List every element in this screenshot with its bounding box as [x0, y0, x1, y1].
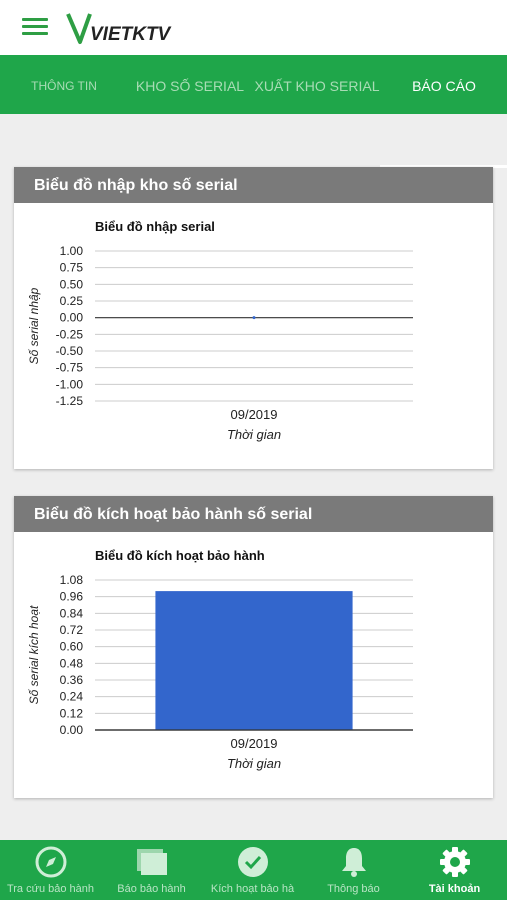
tab-xuat-kho-serial[interactable]: XUẤT KHO SERIAL	[252, 55, 382, 114]
chart-title: Biểu đồ nhập serial	[95, 219, 215, 234]
compass-icon	[35, 846, 67, 878]
y-tick-label: 1.08	[60, 573, 84, 587]
y-tick-label: 0.25	[60, 294, 84, 308]
nav-bao-bao-hanh[interactable]: Báo bảo hành	[101, 840, 202, 900]
card-import-chart: Biểu đồ nhập kho số serial Biểu đồ nhập …	[14, 167, 493, 469]
tab-thong-tin[interactable]: THÔNG TIN	[20, 55, 108, 114]
y-tick-label: 0.12	[60, 706, 84, 720]
nav-label: Kích hoạt bảo hà	[210, 883, 295, 895]
y-axis-label: Số serial kích hoạt	[27, 605, 41, 704]
brand-logo: VIETKTV	[66, 13, 172, 45]
nav-tai-khoan[interactable]: Tài khoản	[404, 840, 505, 900]
y-tick-label: 0.60	[60, 640, 84, 654]
y-tick-label: -0.25	[56, 327, 84, 341]
card-title: Biểu đồ nhập kho số serial	[14, 167, 493, 203]
y-axis-label: Số serial nhập	[27, 287, 41, 364]
x-axis-label: Thời gian	[227, 756, 281, 771]
y-tick-label: 0.72	[60, 623, 84, 637]
nav-label: Tài khoản	[428, 883, 481, 895]
y-tick-label: -0.50	[56, 344, 84, 358]
gear-icon	[440, 847, 470, 877]
y-tick-label: -1.25	[56, 394, 84, 408]
y-tick-label: 1.00	[60, 244, 84, 258]
tab-bar: THÔNG TIN KHO SỐ SERIAL XUẤT KHO SERIAL …	[0, 55, 507, 168]
bar	[155, 591, 353, 730]
cards-icon	[137, 849, 167, 875]
nav-label: Tra cứu bảo hành	[6, 883, 95, 895]
x-tick-label: 09/2019	[231, 736, 278, 751]
menu-icon[interactable]	[22, 16, 48, 38]
nav-label: Thông báo	[327, 883, 380, 895]
nav-kich-hoat-bao-hanh[interactable]: Kích hoạt bảo hà	[202, 840, 303, 900]
y-tick-label: 0.84	[60, 606, 84, 620]
y-tick-label: 0.48	[60, 656, 84, 670]
x-tick-label: 09/2019	[231, 407, 278, 422]
y-tick-label: -1.00	[56, 377, 84, 391]
check-circle-icon	[238, 847, 268, 877]
y-tick-label: 0.36	[60, 673, 84, 687]
y-tick-label: 0.00	[60, 311, 84, 325]
y-tick-label: 0.75	[60, 261, 84, 275]
y-tick-label: 0.96	[60, 590, 84, 604]
chart-activation-warranty: Biểu đồ kích hoạt bảo hành 1.08 0.96 0.84 0.…	[27, 548, 413, 771]
y-tick-label: 0.50	[60, 277, 84, 291]
data-point	[252, 316, 256, 320]
nav-tra-cuu-bao-hanh[interactable]: Tra cứu bảo hành	[0, 840, 101, 900]
tab-kho-so-serial[interactable]: KHO SỐ SERIAL	[132, 55, 248, 114]
y-tick-label: 0.00	[60, 723, 84, 737]
chart-import-serial: Biểu đồ nhập serial 1.00 0.75 0.50 0.25 0.00 -…	[27, 219, 413, 442]
x-axis-label: Thời gian	[227, 427, 281, 442]
tab-bao-cao[interactable]: BÁO CÁO	[392, 55, 496, 114]
nav-label: Báo bảo hành	[117, 883, 186, 895]
y-tick-label: 0.24	[60, 690, 84, 704]
app-header: VIETKTV	[0, 0, 507, 55]
nav-thong-bao[interactable]: Thông báo	[303, 840, 404, 900]
card-title: Biểu đồ kích hoạt bảo hành số serial	[14, 496, 493, 532]
bell-icon	[342, 848, 366, 877]
chart-title: Biểu đồ kích hoạt bảo hành	[95, 548, 265, 563]
logo-text: VIETKTV	[90, 24, 172, 45]
card-activation-chart: Biểu đồ kích hoạt bảo hành số serial Biể…	[14, 496, 493, 798]
y-tick-label: -0.75	[56, 361, 84, 375]
bottom-navigation: Tra cứu bảo hành Báo bảo hành Kích hoạt …	[0, 840, 507, 900]
